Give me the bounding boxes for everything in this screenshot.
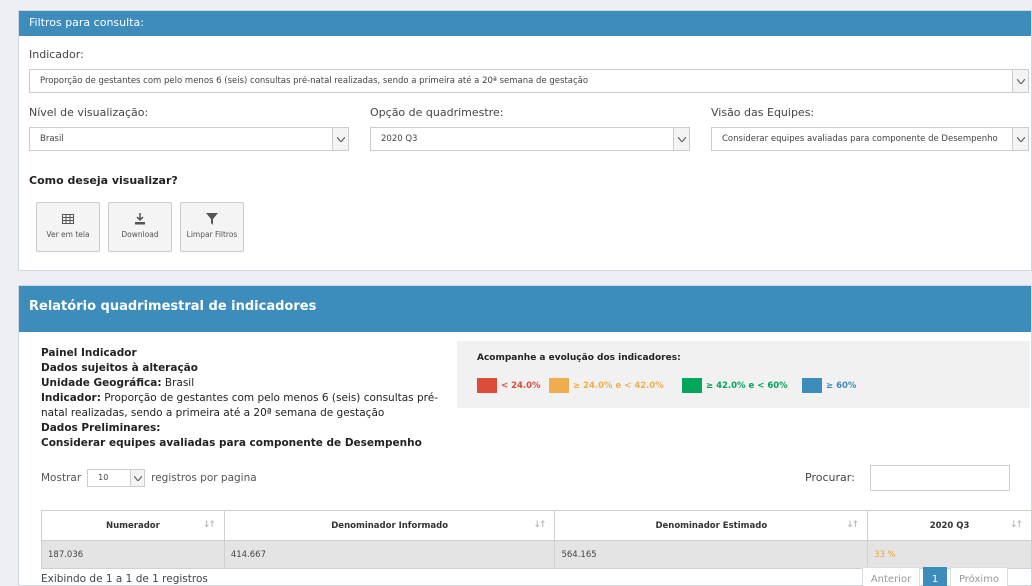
page-size-control: Mostrar 10 registros por pagina (41, 469, 257, 487)
chevron-down-icon (332, 128, 348, 150)
registros-label: registros por pagina (151, 472, 257, 484)
chevron-down-icon (673, 128, 689, 150)
legend-item-green: ≥ 42.0% e < 60% (682, 378, 788, 393)
ver-em-tela-button[interactable]: Ver em tela (36, 202, 100, 252)
cell-denominador-estimado: 564.165 (554, 540, 869, 569)
col-header-label: Numerador (105, 520, 160, 531)
col-header-label: Denominador Estimado (655, 520, 768, 531)
legend-swatch (682, 378, 702, 393)
legend-swatch (477, 378, 497, 393)
chevron-down-icon (130, 470, 145, 486)
legend-label: ≥ 24.0% e < 42.0% (573, 380, 664, 391)
table-icon (62, 214, 74, 224)
filters-header: Filtros para consulta: (19, 11, 1031, 36)
col-2020-q3[interactable]: 2020 Q3 ↓↑ (867, 510, 1032, 541)
legend-item-orange: ≥ 24.0% e < 42.0% (549, 378, 664, 393)
search-input[interactable] (870, 465, 1010, 491)
visao-label: Visão das Equipes: (711, 106, 815, 119)
records-info: Exibindo de 1 a 1 de 1 registros (41, 573, 208, 585)
sort-icon: ↓↑ (202, 520, 216, 530)
visao-select[interactable]: Considerar equipes avaliadas para compon… (711, 127, 1029, 151)
unidade-label: Unidade Geográfica: (41, 377, 162, 389)
indicador-select-value: Proporção de gestantes com pelo menos 6 … (40, 76, 589, 86)
nivel-label: Nível de visualização: (29, 106, 149, 119)
mostrar-label: Mostrar (41, 472, 82, 484)
report-indicador-value: Proporção de gestantes com pelo menos 6 … (41, 392, 438, 419)
page-size-select[interactable]: 10 (87, 469, 146, 487)
pager-prev[interactable]: Anterior (862, 567, 920, 586)
legend-label: ≥ 42.0% e < 60% (706, 380, 788, 391)
sort-icon: ↓↑ (533, 520, 546, 530)
dados-sujeitos: Dados sujeitos à alteração (41, 362, 198, 374)
filters-panel: Filtros para consulta: Indicador: Propor… (18, 10, 1032, 271)
visao-select-value: Considerar equipes avaliadas para compon… (722, 134, 998, 144)
col-numerador[interactable]: Numerador ↓↑ (41, 510, 225, 541)
legend-label: ≥ 60% (826, 380, 857, 391)
report-indicador-label: Indicador: (41, 392, 101, 404)
sort-icon: ↓↑ (846, 520, 859, 530)
nivel-select-value: Brasil (40, 134, 64, 144)
col-denominador-estimado[interactable]: Denominador Estimado ↓↑ (554, 510, 869, 541)
cell-denominador-informado: 414.667 (223, 540, 556, 569)
legend-swatch (549, 378, 569, 393)
legend-box: Acompanhe a evolução dos indicadores: < … (457, 341, 1030, 408)
quadrimestre-select[interactable]: 2020 Q3 (370, 127, 690, 151)
legend-label: < 24.0% (501, 380, 541, 391)
legend-swatch (802, 378, 822, 393)
limpar-filtros-button[interactable]: Limpar Filtros (180, 202, 244, 252)
unidade-value: Brasil (164, 377, 195, 389)
painel-title: Painel Indicador (41, 347, 137, 359)
table-row: 187.036 414.667 564.165 33 % (41, 540, 1032, 569)
quadrimestre-label: Opção de quadrimestre: (370, 106, 504, 119)
filter-icon (206, 213, 218, 225)
sort-icon: ↓↑ (1009, 520, 1023, 530)
col-denominador-informado[interactable]: Denominador Informado ↓↑ (223, 510, 556, 541)
quadrimestre-select-value: 2020 Q3 (381, 134, 418, 144)
cell-percentual: 33 % (867, 540, 1032, 569)
pager-next[interactable]: Próximo (950, 567, 1008, 586)
cell-numerador: 187.036 (41, 540, 225, 569)
download-label: Download (121, 230, 159, 239)
procurar-label: Procurar: (805, 471, 855, 484)
preliminares: Dados Preliminares: (41, 422, 161, 434)
page-size-value: 10 (98, 473, 109, 482)
nivel-select[interactable]: Brasil (29, 127, 349, 151)
legend-item-red: < 24.0% (477, 378, 541, 393)
ver-em-tela-label: Ver em tela (46, 230, 90, 239)
download-button[interactable]: Download (108, 202, 172, 252)
legend-title: Acompanhe a evolução dos indicadores: (477, 353, 681, 363)
report-info: Painel Indicador Dados sujeitos à altera… (41, 346, 441, 451)
indicador-select[interactable]: Proporção de gestantes com pelo menos 6 … (29, 69, 1029, 93)
pager-page-1[interactable]: 1 (923, 567, 947, 586)
col-header-label: Denominador Informado (331, 520, 449, 531)
indicador-label: Indicador: (29, 48, 84, 61)
download-icon (135, 213, 145, 225)
col-header-label: 2020 Q3 (929, 520, 970, 531)
report-header: Relatório quadrimestral de indicadores (19, 286, 1031, 332)
limpar-filtros-label: Limpar Filtros (186, 230, 238, 239)
report-panel: Relatório quadrimestral de indicadores P… (18, 285, 1032, 586)
considerar-equipes: Considerar equipes avaliadas para compon… (41, 437, 422, 449)
legend-item-blue: ≥ 60% (802, 378, 856, 393)
results-table: Numerador ↓↑ Denominador Informado ↓↑ Deno… (41, 510, 1032, 569)
chevron-down-icon (1012, 128, 1028, 150)
chevron-down-icon (1012, 70, 1028, 92)
como-label: Como deseja visualizar? (29, 174, 178, 187)
